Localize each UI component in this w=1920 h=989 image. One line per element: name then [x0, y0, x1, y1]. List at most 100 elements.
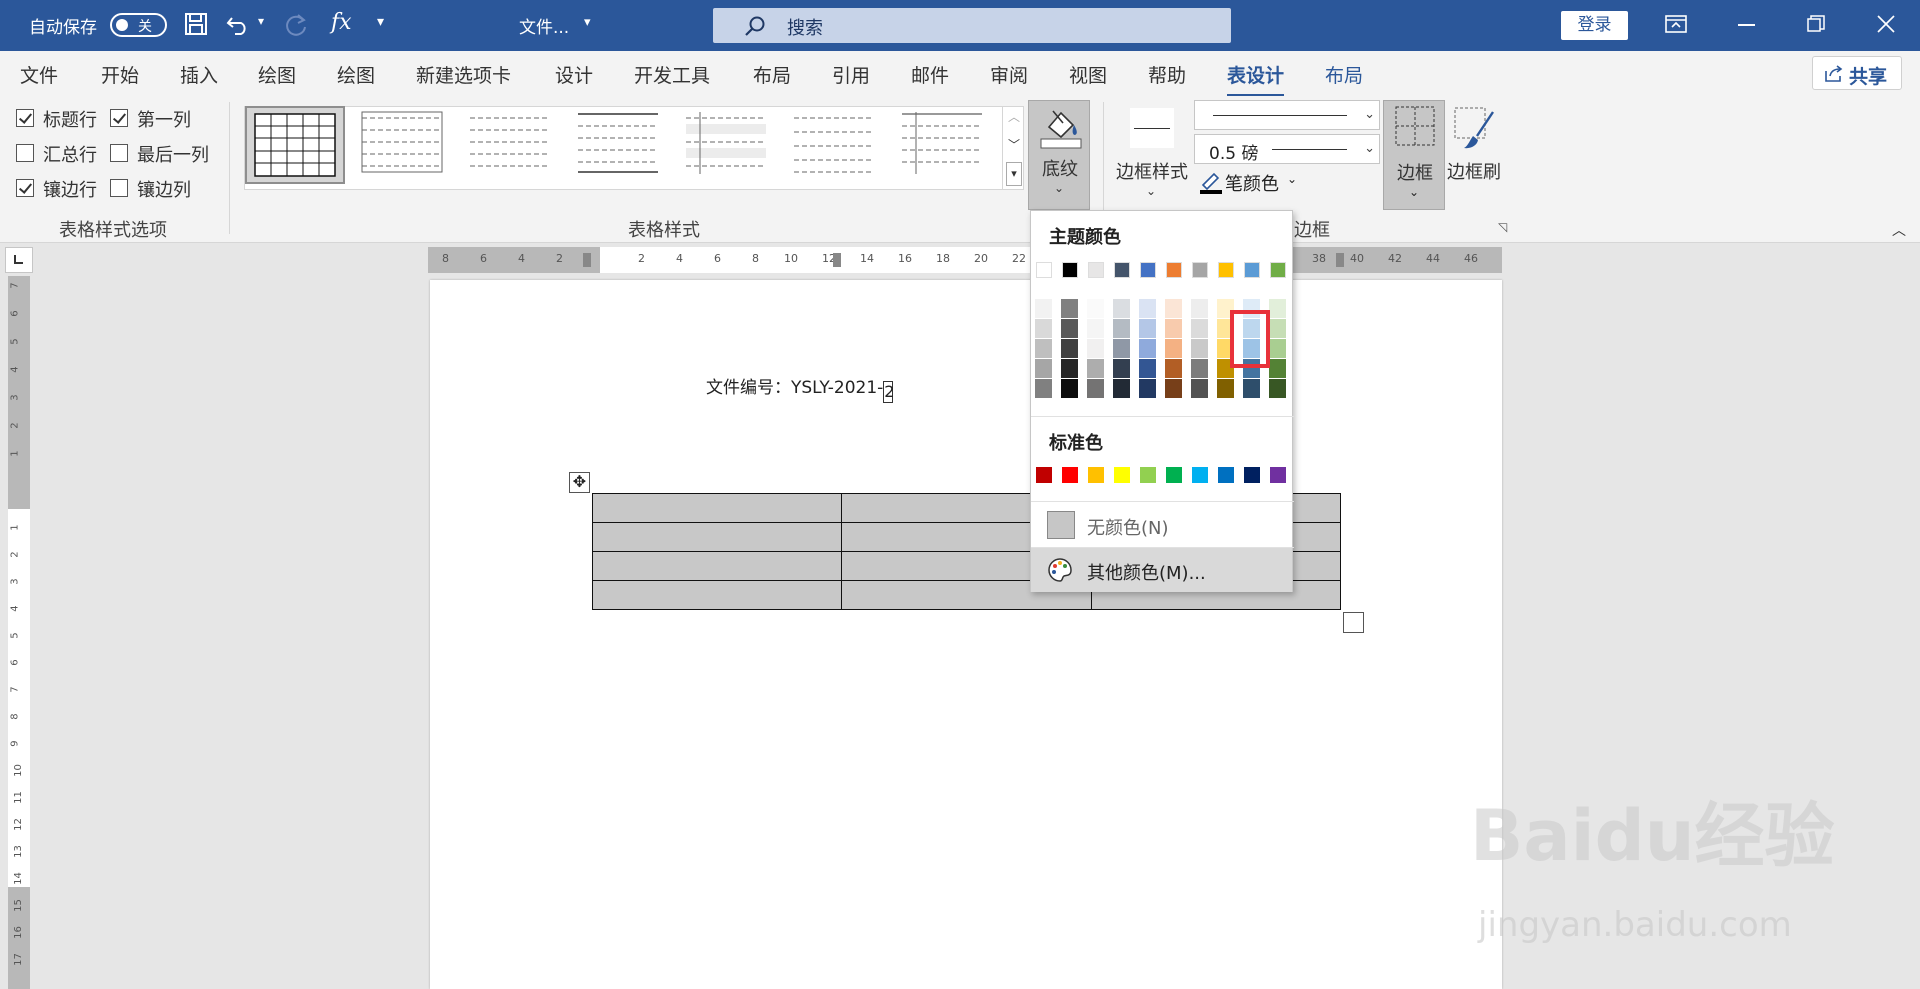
theme-shade-swatch[interactable]	[1035, 359, 1052, 378]
theme-shade-swatch[interactable]	[1165, 299, 1182, 318]
ribbon-display-icon[interactable]	[1665, 15, 1687, 33]
theme-shade-swatch[interactable]	[1087, 379, 1104, 398]
tab-review[interactable]: 审阅	[990, 61, 1028, 88]
column-marker[interactable]	[1336, 253, 1344, 267]
undo-dropdown-icon[interactable]: ▾	[258, 14, 264, 28]
tab-selector[interactable]	[5, 247, 33, 273]
document-page[interactable]	[430, 280, 1502, 989]
theme-color-swatch[interactable]	[1166, 262, 1182, 278]
restore-icon[interactable]	[1807, 15, 1825, 33]
theme-color-swatch[interactable]	[1244, 262, 1260, 278]
standard-color-swatch[interactable]	[1270, 467, 1286, 483]
column-marker[interactable]	[583, 253, 591, 267]
tab-mailings[interactable]: 邮件	[911, 61, 949, 88]
border-styles-button[interactable]: 边框样式 ⌄	[1112, 100, 1190, 210]
theme-shade-swatch[interactable]	[1087, 359, 1104, 378]
shading-button[interactable]: 底纹 ⌄	[1028, 100, 1090, 210]
no-color-item[interactable]: 无颜色(N)	[1031, 503, 1292, 547]
standard-color-swatch[interactable]	[1192, 467, 1208, 483]
line-style-dropdown[interactable]: ⌄	[1194, 100, 1380, 130]
formula-icon[interactable]: fx	[331, 10, 352, 35]
theme-shade-swatch[interactable]	[1139, 339, 1156, 358]
theme-shade-swatch[interactable]	[1165, 359, 1182, 378]
tab-developer[interactable]: 开发工具	[634, 61, 710, 88]
tab-new-tab[interactable]: 新建选项卡	[416, 61, 511, 88]
theme-shade-swatch[interactable]	[1087, 299, 1104, 318]
tab-draw-2[interactable]: 绘图	[337, 61, 375, 88]
table-style-plain-2[interactable]	[462, 106, 562, 184]
table-move-handle-icon[interactable]: ✥	[569, 472, 590, 493]
theme-color-swatch[interactable]	[1218, 262, 1234, 278]
theme-color-swatch[interactable]	[1062, 262, 1078, 278]
table-cell[interactable]	[591, 493, 843, 523]
theme-shade-swatch[interactable]	[1035, 319, 1052, 338]
theme-color-swatch[interactable]	[1114, 262, 1130, 278]
theme-shade-swatch[interactable]	[1035, 339, 1052, 358]
theme-shade-swatch[interactable]	[1191, 319, 1208, 338]
theme-shade-swatch[interactable]	[1217, 379, 1234, 398]
theme-shade-swatch[interactable]	[1061, 359, 1078, 378]
gallery-up-icon[interactable]: ︿	[1008, 108, 1020, 125]
dialog-launcher-icon[interactable]: ◹	[1498, 220, 1507, 234]
theme-shade-swatch[interactable]	[1165, 319, 1182, 338]
tab-insert[interactable]: 插入	[180, 61, 218, 88]
standard-color-swatch[interactable]	[1244, 467, 1260, 483]
theme-shade-swatch[interactable]	[1269, 359, 1286, 378]
close-icon[interactable]	[1876, 14, 1896, 34]
tab-file[interactable]: 文件	[20, 61, 58, 88]
theme-shade-swatch[interactable]	[1191, 359, 1208, 378]
table-cell[interactable]	[591, 551, 843, 581]
more-colors-item[interactable]: 其他颜色(M)...	[1031, 548, 1292, 592]
table-cell[interactable]	[591, 580, 843, 610]
login-button[interactable]: 登录	[1561, 11, 1628, 40]
file-number-line[interactable]: 文件编号：YSLY-2021-2	[706, 373, 894, 403]
theme-shade-swatch[interactable]	[1061, 299, 1078, 318]
tab-table-design[interactable]: 表设计	[1227, 61, 1285, 97]
tab-draw[interactable]: 绘图	[258, 61, 296, 88]
theme-shade-swatch[interactable]	[1113, 379, 1130, 398]
theme-shade-swatch[interactable]	[1035, 299, 1052, 318]
line-weight-dropdown[interactable]: 0.5 磅 ⌄	[1194, 134, 1380, 164]
border-painter-button[interactable]: 边框刷	[1447, 100, 1509, 210]
theme-shade-swatch[interactable]	[1113, 299, 1130, 318]
tab-home[interactable]: 开始	[101, 61, 139, 88]
undo-icon[interactable]	[226, 12, 252, 36]
gallery-down-icon[interactable]: ﹀	[1008, 136, 1020, 153]
table-cell[interactable]	[591, 522, 843, 552]
theme-color-swatch[interactable]	[1088, 262, 1104, 278]
table-style-plain-4[interactable]	[678, 106, 778, 184]
tab-view[interactable]: 视图	[1069, 61, 1107, 88]
tab-references[interactable]: 引用	[832, 61, 870, 88]
theme-shade-swatch[interactable]	[1087, 339, 1104, 358]
theme-shade-swatch[interactable]	[1061, 379, 1078, 398]
theme-shade-swatch[interactable]	[1113, 339, 1130, 358]
theme-shade-swatch[interactable]	[1139, 359, 1156, 378]
theme-shade-swatch[interactable]	[1061, 339, 1078, 358]
tab-design[interactable]: 设计	[555, 61, 593, 88]
theme-color-swatch[interactable]	[1140, 262, 1156, 278]
standard-color-swatch[interactable]	[1140, 467, 1156, 483]
theme-shade-swatch[interactable]	[1139, 379, 1156, 398]
gallery-more-icon[interactable]: ▾	[1006, 162, 1022, 186]
tab-table-layout[interactable]: 布局	[1325, 61, 1363, 88]
theme-shade-swatch[interactable]	[1243, 379, 1260, 398]
customize-toolbar-icon[interactable]: ▾	[377, 14, 384, 30]
column-marker[interactable]	[833, 253, 841, 267]
theme-color-swatch[interactable]	[1036, 262, 1052, 278]
collapse-ribbon-icon[interactable]: ︿	[1892, 220, 1906, 240]
standard-color-swatch[interactable]	[1036, 467, 1052, 483]
theme-shade-swatch[interactable]	[1165, 339, 1182, 358]
tab-layout[interactable]: 布局	[753, 61, 791, 88]
theme-shade-swatch[interactable]	[1061, 319, 1078, 338]
minimize-icon[interactable]	[1738, 24, 1755, 26]
theme-shade-swatch[interactable]	[1191, 299, 1208, 318]
table-style-plain-5[interactable]	[786, 106, 886, 184]
save-icon[interactable]	[184, 12, 208, 36]
theme-shade-swatch[interactable]	[1139, 299, 1156, 318]
tab-help[interactable]: 帮助	[1148, 61, 1186, 88]
table-resize-handle[interactable]	[1343, 612, 1364, 633]
redo-icon[interactable]	[283, 12, 309, 38]
standard-color-swatch[interactable]	[1166, 467, 1182, 483]
table-style-grid[interactable]	[245, 106, 345, 184]
share-button[interactable]: 共享	[1812, 56, 1902, 90]
